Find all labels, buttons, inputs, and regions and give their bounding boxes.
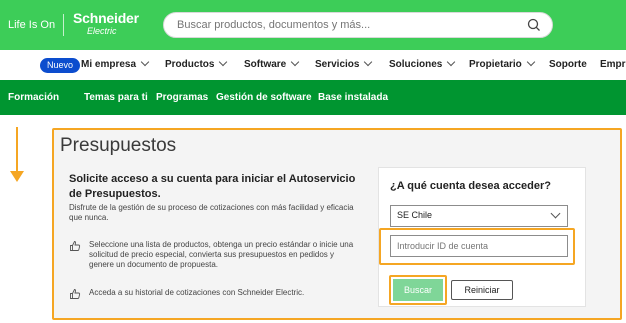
brand-name: Schneider <box>73 10 139 26</box>
chevron-down-icon <box>140 57 150 67</box>
nav-item-productos[interactable]: Productos <box>165 57 228 70</box>
subnav-item-programas[interactable]: Programas <box>156 92 208 103</box>
account-select[interactable]: SE Chile <box>390 205 568 227</box>
select-value: SE Chile <box>397 210 433 220</box>
nav-item-software[interactable]: Software <box>244 57 300 70</box>
chevron-down-icon <box>550 208 561 219</box>
chevron-down-icon <box>447 57 456 67</box>
nav-item-soluciones[interactable]: Soluciones <box>389 57 456 70</box>
life-is-on-logo: Life Is On <box>8 19 56 31</box>
new-badge[interactable]: Nuevo <box>40 58 81 73</box>
thumbs-up-icon <box>70 241 81 251</box>
reset-button[interactable]: Reiniciar <box>451 280 513 300</box>
schneider-logo[interactable]: Schneider Electric <box>73 10 139 37</box>
nav-item-propietario[interactable]: Propietario <box>469 57 536 70</box>
page-title: Presupuestos <box>60 135 177 156</box>
top-header: Life Is On Schneider Electric Buscar pro… <box>0 0 626 50</box>
bullet-text: Seleccione una lista de productos, obten… <box>89 240 354 269</box>
info-heading: Solicite acceso a su cuenta para iniciar… <box>69 173 356 200</box>
nav-item-soporte[interactable]: Soporte <box>549 59 587 70</box>
chevron-down-icon <box>364 57 373 67</box>
search-icon[interactable] <box>526 17 542 33</box>
nav-item-servicios[interactable]: Servicios <box>315 57 373 70</box>
subnav-item-formacion[interactable]: Formación <box>8 92 59 103</box>
bullet-text: Acceda a su historial de cotizaciones co… <box>89 288 305 297</box>
chevron-down-icon <box>526 57 536 67</box>
annotation-arrow-icon <box>10 171 24 182</box>
chevron-down-icon <box>290 57 300 67</box>
sub-nav: Formación Temas para ti Programas Gestió… <box>0 80 626 115</box>
nav-item-empresa-truncated[interactable]: Empr <box>600 59 626 70</box>
account-id-input[interactable] <box>390 235 568 257</box>
main-nav: Nuevo Mi empresa Productos Software Serv… <box>0 50 626 80</box>
subnav-item-temas[interactable]: Temas para ti <box>84 92 148 103</box>
annotation-arrow-line <box>16 127 18 173</box>
page-root: Life Is On Schneider Electric Buscar pro… <box>0 0 626 323</box>
chevron-down-icon <box>219 57 228 67</box>
thumbs-up-icon <box>70 289 81 299</box>
info-subtitle: Disfrute de la gestión de su proceso de … <box>69 203 354 222</box>
logo-divider <box>63 14 64 36</box>
subnav-item-base-instalada[interactable]: Base instalada <box>318 92 388 103</box>
nav-item-mi-empresa[interactable]: Mi empresa <box>81 57 150 70</box>
brand-sub: Electric <box>87 26 117 36</box>
search-input[interactable]: Buscar productos, documentos y más... <box>177 19 370 31</box>
account-heading: ¿A qué cuenta desea acceder? <box>390 180 551 192</box>
search-button[interactable]: Buscar <box>393 279 443 301</box>
search-bar[interactable]: Buscar productos, documentos y más... <box>163 12 553 38</box>
subnav-item-gestion-software[interactable]: Gestión de software <box>216 92 312 103</box>
